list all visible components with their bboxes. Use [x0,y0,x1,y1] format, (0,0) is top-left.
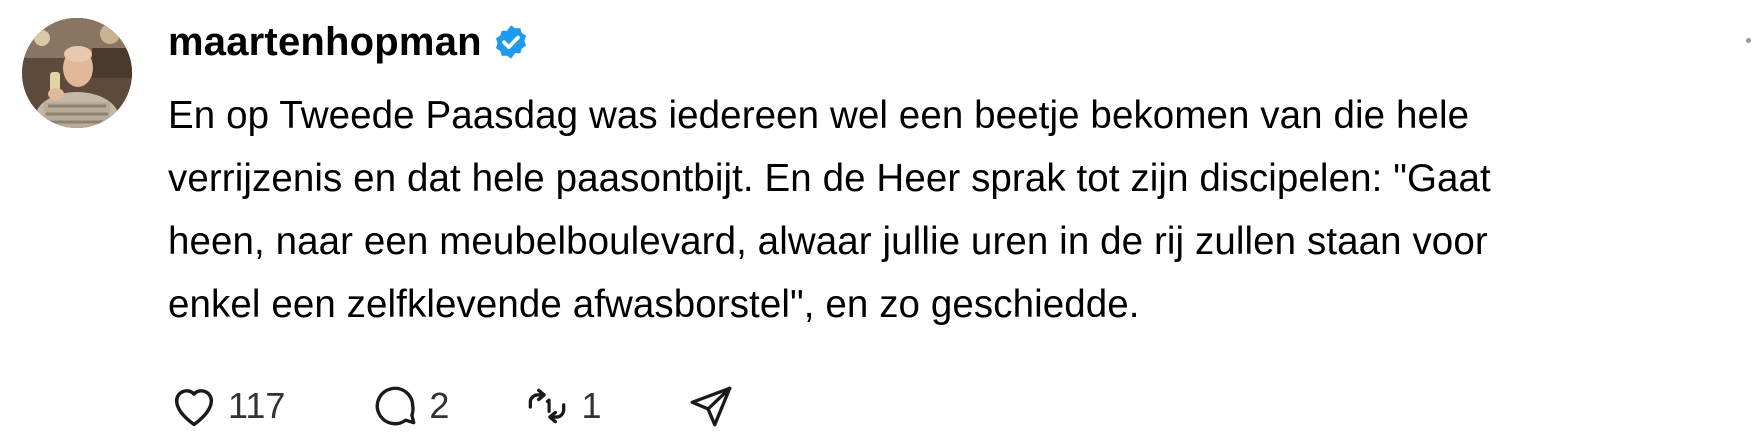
avatar-photo [22,18,132,128]
thread-post: maartenhopman En op Tweede Paasdag was i… [0,0,1758,444]
repost-icon [519,378,575,434]
verified-badge-icon [492,23,530,61]
post-header: maartenhopman [168,12,530,72]
post-text-line: En op Tweede Paasdag was iedereen wel ee… [168,94,1470,137]
reply-button[interactable]: 2 [367,378,449,434]
more-options-icon[interactable] [1738,30,1758,50]
reply-count: 2 [429,385,450,426]
share-button[interactable] [683,378,739,434]
comment-bubble-icon [367,378,423,434]
avatar[interactable] [22,18,132,128]
post-text-line: enkel een zelfklevende afwasborstel", en… [168,283,1140,326]
post-text-line: heen, naar een meubelboulevard, alwaar j… [168,220,1488,263]
post-text: En op Tweede Paasdag was iedereen wel ee… [168,84,1748,336]
like-count: 117 [228,385,286,426]
heart-icon [166,378,222,434]
post-text-line: verrijzenis en dat hele paasontbijt. En … [168,157,1491,200]
action-bar: 117 2 1 [166,376,739,436]
repost-button[interactable]: 1 [519,378,601,434]
username[interactable]: maartenhopman [168,20,482,65]
repost-count: 1 [581,385,602,426]
send-icon [683,378,739,434]
like-button[interactable]: 117 [166,378,285,434]
